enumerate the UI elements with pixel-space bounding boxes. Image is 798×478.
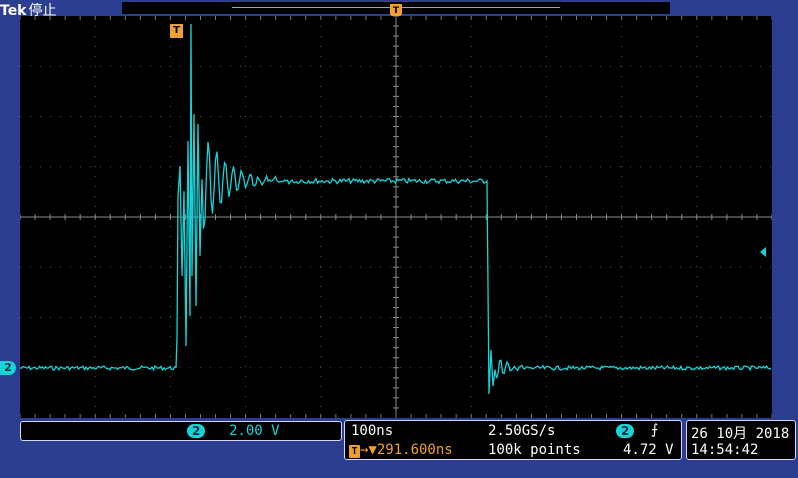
date: 26 10月 2018 <box>691 426 790 442</box>
trigger-source-badge: 2 <box>616 424 635 438</box>
trigger-level: 4.72 V <box>623 442 674 458</box>
trigger-delay: T →▼291.600ns <box>349 442 453 458</box>
trigger-delay-value: 291.600ns <box>376 442 453 458</box>
channel-badge: 2 <box>187 424 206 438</box>
channel-2-ground-marker[interactable]: 2 <box>0 361 16 375</box>
channel-scale-bar[interactable]: 2 2.00 V <box>20 421 342 441</box>
datetime-panel[interactable]: 26 10月 2018 14:54:42 <box>686 420 796 460</box>
left-arrow-icon[interactable] <box>758 246 768 258</box>
time: 14:54:42 <box>691 442 759 458</box>
record-length: 100k points <box>488 442 581 458</box>
sample-rate: 2.50GS/s <box>488 423 556 439</box>
trigger-delay-icon: T <box>349 445 360 458</box>
rising-edge-icon: ⨍ <box>651 422 659 438</box>
timebase-panel[interactable]: 100ns 2.50GS/s 2 ⨍ T →▼291.600ns 100k poi… <box>344 420 682 460</box>
channel-scale: 2.00 V <box>229 423 280 439</box>
graticule <box>20 16 772 418</box>
trigger-position-label: T <box>393 6 400 16</box>
trigger-point-marker[interactable]: T <box>170 24 183 38</box>
horizontal-scale: 100ns <box>351 423 394 439</box>
waveform-display[interactable] <box>20 16 772 418</box>
